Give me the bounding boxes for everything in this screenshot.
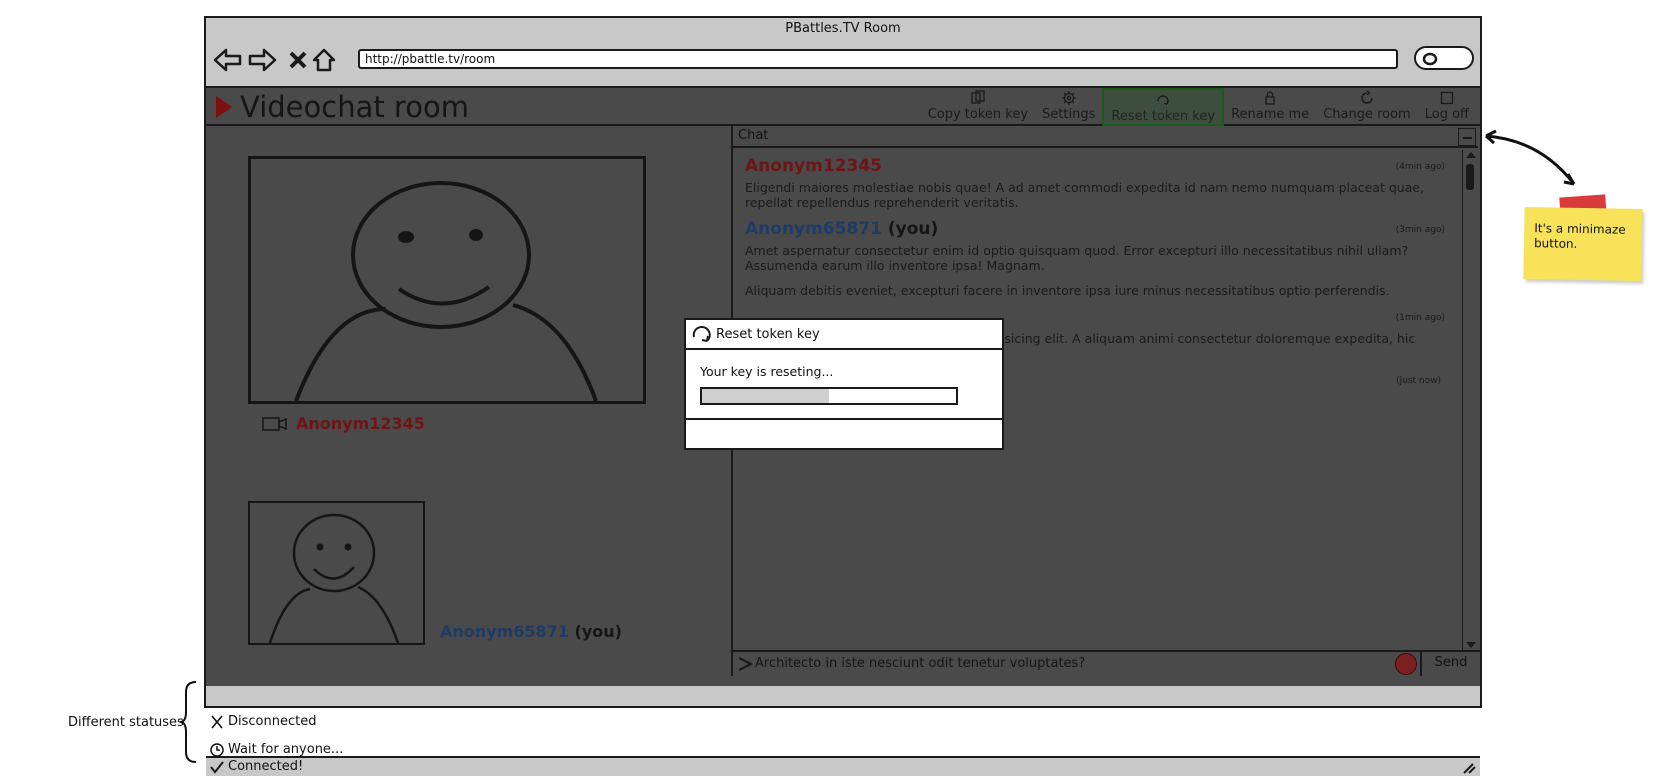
- chat-title-text: Chat: [738, 128, 769, 143]
- settings-button[interactable]: Settings: [1035, 88, 1102, 126]
- send-button[interactable]: Send: [1420, 652, 1480, 676]
- scroll-thumb[interactable]: [1466, 164, 1474, 190]
- dialog-message: Your key is reseting...: [700, 364, 834, 379]
- copy-token-key-label: Copy token key: [927, 107, 1029, 122]
- status-disconnected: Disconnected: [210, 714, 316, 729]
- reset-icon: [692, 326, 711, 342]
- message-author: Anonym12345: [745, 156, 882, 176]
- message-time: (4min ago): [1395, 162, 1445, 172]
- reset-token-key-button[interactable]: Reset token key: [1102, 88, 1225, 126]
- reset-icon: [1157, 95, 1169, 105]
- app-header: Videochat room Copy token key Settings R…: [206, 88, 1480, 126]
- lock-icon: [1265, 91, 1275, 105]
- x-icon: [211, 714, 223, 729]
- url-input[interactable]: http://pbattle.tv/room: [358, 49, 1398, 69]
- window-title: PBattles.TV Room: [785, 21, 901, 36]
- message-header: Anonym12345 (4min ago): [745, 156, 1445, 180]
- page-title: Videochat room: [216, 90, 469, 124]
- sticky-note: It's a minimaze button.: [1523, 206, 1643, 282]
- reset-token-key-label: Reset token key: [1111, 109, 1216, 124]
- message-author-suffix: (you): [887, 219, 939, 239]
- home-icon[interactable]: [308, 44, 340, 76]
- dialog-title: Reset token key: [716, 326, 820, 342]
- gear-icon: [1061, 91, 1076, 105]
- settings-label: Settings: [1042, 107, 1096, 122]
- remote-video-label: Anonym12345: [262, 414, 425, 433]
- message-author: Anonym65871: [745, 219, 882, 239]
- remote-person-placeholder-icon: [294, 181, 598, 402]
- change-room-button[interactable]: Change room: [1316, 88, 1418, 126]
- status-waiting: Wait for anyone...: [210, 742, 343, 757]
- message-header: Anonym65871 (you) (3min ago): [745, 219, 1445, 243]
- copy-token-key-button[interactable]: Copy token key: [921, 88, 1035, 126]
- message-time: (just now): [1396, 376, 1441, 386]
- copy-icon: [971, 90, 985, 104]
- prompt-arrow-icon: [737, 656, 754, 676]
- message-text: Aliquam debitis eveniet, excepturi facer…: [745, 283, 1390, 298]
- chat-message: Anonym65871 (you) (3min ago) Amet aspern…: [745, 219, 1445, 298]
- scroll-up-icon[interactable]: [1466, 152, 1476, 158]
- scroll-down-icon[interactable]: [1466, 642, 1476, 648]
- emoji-icon[interactable]: [1395, 653, 1417, 675]
- self-video: [248, 501, 425, 645]
- chat-title: Chat: [733, 126, 1478, 148]
- page-title-text: Videochat room: [240, 90, 469, 124]
- minimize-button[interactable]: [1458, 128, 1476, 146]
- search-icon: [1422, 52, 1438, 66]
- message-time: (3min ago): [1395, 225, 1445, 235]
- log-off-button[interactable]: Log off: [1418, 88, 1476, 126]
- self-suffix: (you): [574, 622, 622, 641]
- reset-token-dialog: Reset token key Your key is reseting...: [684, 318, 1004, 450]
- dialog-body: Your key is reseting...: [686, 350, 1002, 420]
- chat-scrollbar[interactable]: [1462, 150, 1478, 650]
- back-arrow-icon[interactable]: [212, 44, 244, 76]
- clock-icon: [210, 742, 224, 757]
- remote-username: Anonym12345: [296, 414, 425, 433]
- self-person-placeholder-icon: [268, 513, 400, 644]
- curly-brace-icon: [179, 681, 197, 763]
- chat-input-row: Architecto in iste nesciunt odit tenetur…: [731, 650, 1480, 676]
- message-time: (1min ago): [1395, 313, 1445, 323]
- statuses-annotation: Different statuses Disconnected Wait for…: [0, 680, 360, 770]
- self-username: Anonym65871: [440, 622, 569, 641]
- refresh-icon: [1361, 90, 1373, 104]
- chat-message: Anonym12345 (4min ago) Eligendi maiores …: [745, 156, 1445, 210]
- message-text: Eligendi maiores molestiae nobis quae! A…: [745, 180, 1425, 210]
- change-room-label: Change room: [1323, 107, 1411, 122]
- message-text: Amet aspernatur consectetur enim id opti…: [745, 243, 1409, 273]
- rename-me-label: Rename me: [1231, 107, 1310, 122]
- remote-video: [248, 156, 646, 404]
- status-waiting-text: Wait for anyone...: [228, 742, 344, 757]
- toolbar: Copy token key Settings Reset token key …: [921, 88, 1476, 126]
- forward-arrow-icon[interactable]: [246, 44, 278, 76]
- resize-grip-icon[interactable]: [1462, 762, 1476, 774]
- play-icon: [216, 96, 232, 118]
- progress-fill: [702, 389, 829, 403]
- browser-search-button[interactable]: [1414, 46, 1474, 70]
- status-disconnected-text: Disconnected: [228, 714, 317, 729]
- rename-me-button[interactable]: Rename me: [1224, 88, 1316, 126]
- square-icon: [1440, 91, 1454, 105]
- self-video-label: Anonym65871 (you): [440, 622, 622, 641]
- progress-bar: [700, 387, 958, 405]
- camera-icon: [262, 416, 287, 431]
- annotation-arrow-icon: [1485, 129, 1576, 186]
- log-off-label: Log off: [1424, 107, 1469, 122]
- browser-nav-row: http://pbattle.tv/room: [206, 40, 1480, 82]
- statuses-label: Different statuses: [68, 715, 184, 730]
- chat-message-input[interactable]: Architecto in iste nesciunt odit tenetur…: [755, 656, 1085, 671]
- status-bar: Connected!: [206, 756, 1480, 776]
- dialog-title-bar: Reset token key: [686, 320, 1002, 350]
